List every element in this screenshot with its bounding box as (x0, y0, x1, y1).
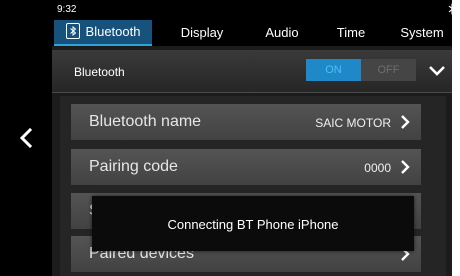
expand-button[interactable] (426, 62, 448, 80)
bluetooth-toggle-row: Bluetooth ON OFF (52, 50, 452, 93)
chevron-right-icon (401, 160, 410, 174)
tab-time[interactable]: Time (324, 20, 378, 46)
tab-bar: Bluetooth Display Audio Time System (52, 20, 452, 46)
list-item-pairing-code[interactable]: Pairing code 0000 (71, 149, 421, 185)
toast-message: Connecting BT Phone iPhone (167, 217, 339, 232)
tab-label: Display (180, 25, 224, 40)
tab-label: Audio (265, 25, 299, 40)
item-label: Bluetooth name (89, 113, 202, 130)
left-nav-bar (0, 0, 52, 276)
chevron-down-icon (429, 66, 445, 76)
tab-audio[interactable]: Audio (254, 20, 310, 46)
list-item-bluetooth-name[interactable]: Bluetooth name SAIC MOTOR (71, 104, 421, 140)
bluetooth-label: Bluetooth (74, 65, 125, 79)
right-edge (452, 0, 460, 276)
bluetooth-icon (65, 23, 80, 39)
item-value: SAIC MOTOR (315, 116, 391, 130)
toggle-off-option[interactable]: OFF (361, 59, 416, 81)
bluetooth-toggle[interactable]: ON OFF (306, 59, 416, 81)
tab-bluetooth[interactable]: Bluetooth (54, 20, 152, 46)
tab-display[interactable]: Display (168, 20, 236, 46)
chevron-right-icon (401, 115, 410, 129)
item-label: Pairing code (89, 158, 178, 175)
tab-label: Time (336, 25, 366, 40)
back-button[interactable] (12, 124, 40, 152)
status-bar: 9:32 (52, 0, 452, 20)
clock: 9:32 (57, 4, 77, 15)
settings-content: 9:32 Bluetooth Display Audio Time System… (52, 0, 452, 276)
tab-label: Bluetooth (85, 24, 141, 39)
toggle-on-option[interactable]: ON (306, 59, 361, 81)
chevron-left-icon (19, 128, 33, 148)
screen: 9:32 Bluetooth Display Audio Time System… (0, 0, 460, 276)
item-value: 0000 (364, 161, 391, 175)
tab-system[interactable]: System (392, 20, 452, 46)
connecting-toast: Connecting BT Phone iPhone (92, 196, 414, 251)
tab-label: System (400, 25, 444, 40)
